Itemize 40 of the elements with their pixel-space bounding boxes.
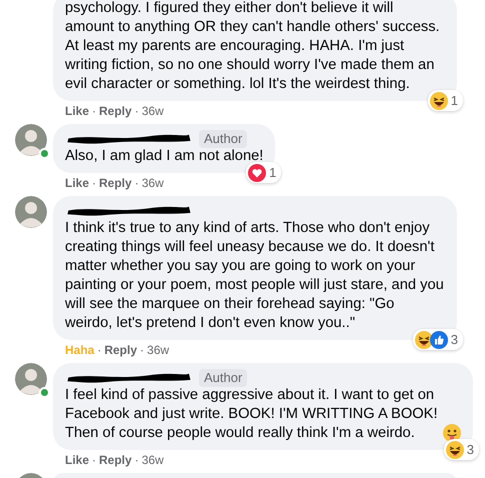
separator-dot: · [140, 342, 144, 358]
reaction-summary[interactable]: 3 [412, 329, 463, 350]
laughing-face-icon [430, 92, 448, 110]
comment-text: Also, I am glad I am not alone! [65, 148, 264, 164]
reaction-summary[interactable]: 1 [428, 90, 463, 111]
avatar [15, 196, 47, 228]
thumbs-up-icon [430, 330, 448, 348]
separator-dot: · [92, 175, 96, 191]
timestamp[interactable]: 36w [142, 175, 164, 191]
avatar [15, 363, 47, 395]
comment-text: I think it's true to any kind of arts. Those who don't enjoy creating things will feel uneasy because we do. It doesn't matter whether you say you are going to work on your painting or your poem, most people will just stare, and you will see the marquee on their forehead saying: "Go weirdo, let's pretend I don't even know you.." [65, 220, 444, 331]
comment-text: I feel kind of passive aggressive about it. I want to get on Facebook and just write. BOOK! I'M WRITTING A BOOK! Then of course people would really think I'm a weirdo. [65, 386, 439, 443]
separator-dot: · [134, 452, 139, 468]
avatar [15, 124, 47, 156]
reaction-count: 3 [466, 441, 475, 459]
laughing-face-icon [414, 330, 433, 348]
separator-dot: · [97, 342, 102, 358]
separator-dot: · [92, 103, 96, 119]
reaction-summary[interactable]: 3 [444, 439, 479, 460]
timestamp[interactable]: 36w [147, 342, 170, 358]
author-label: Author [199, 130, 248, 148]
author-label: Author [199, 368, 248, 386]
reply-link[interactable]: Reply [99, 175, 132, 191]
reaction-count: 1 [268, 164, 278, 182]
laughing-face-icon [446, 440, 464, 458]
like-link[interactable]: Like [65, 103, 90, 119]
like-link[interactable]: Like [65, 175, 90, 191]
like-link[interactable]: Like [65, 452, 90, 468]
reply-link[interactable]: Reply [104, 342, 138, 358]
reaction-count: 1 [450, 92, 459, 110]
reaction-count: 3 [450, 331, 459, 349]
separator-dot: · [134, 175, 139, 191]
separator-dot: · [92, 452, 96, 468]
comment-text: psychology. I figured they either don't believe it will amount to anything OR they can't handle others' success. At least my parents are encouraging. HAHA. I'm just writing fiction, so no one should worry I've made them an evil character or something. lol It's the weirdest thing. [65, 0, 440, 92]
separator-dot: · [134, 103, 139, 119]
reaction-summary[interactable]: 1 [246, 162, 282, 183]
reply-link[interactable]: Reply [99, 103, 132, 119]
reply-link[interactable]: Reply [99, 452, 132, 468]
timestamp[interactable]: 36w [142, 452, 164, 468]
timestamp[interactable]: 36w [142, 103, 164, 119]
